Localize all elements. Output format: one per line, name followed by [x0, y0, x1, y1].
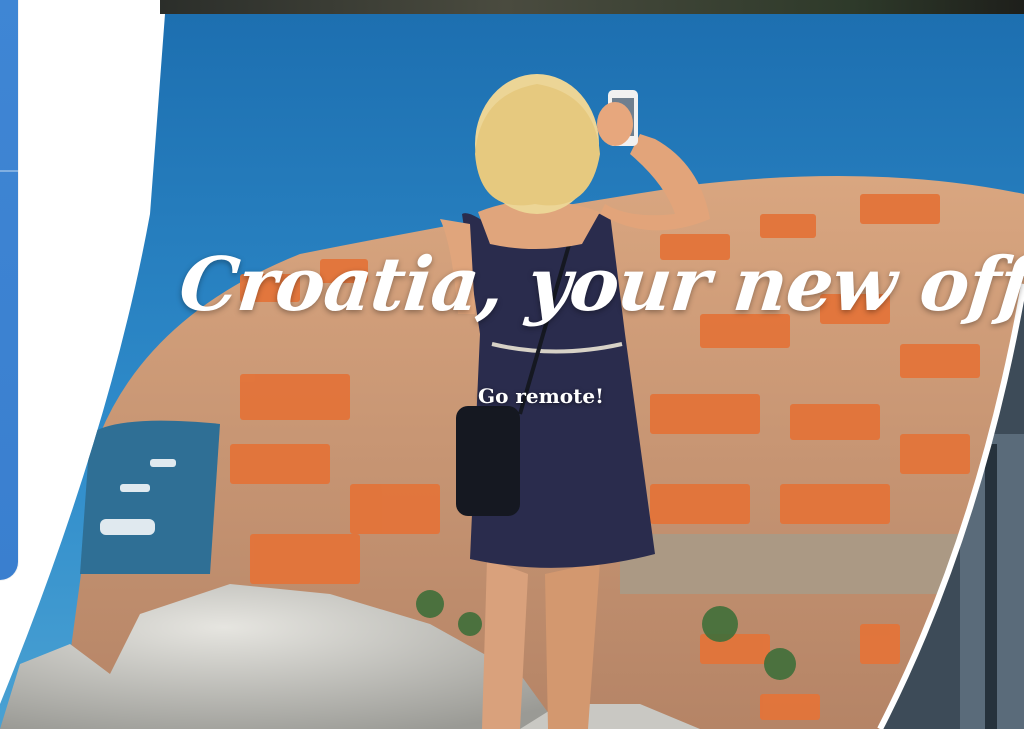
hero-headline: Croatia, your new office!	[175, 242, 1024, 328]
hero-banner[interactable]: Croatia, your new office! Go remote!	[0, 14, 1024, 729]
hero-photo	[0, 14, 1024, 729]
hero-subheadline: Go remote!	[478, 384, 604, 408]
